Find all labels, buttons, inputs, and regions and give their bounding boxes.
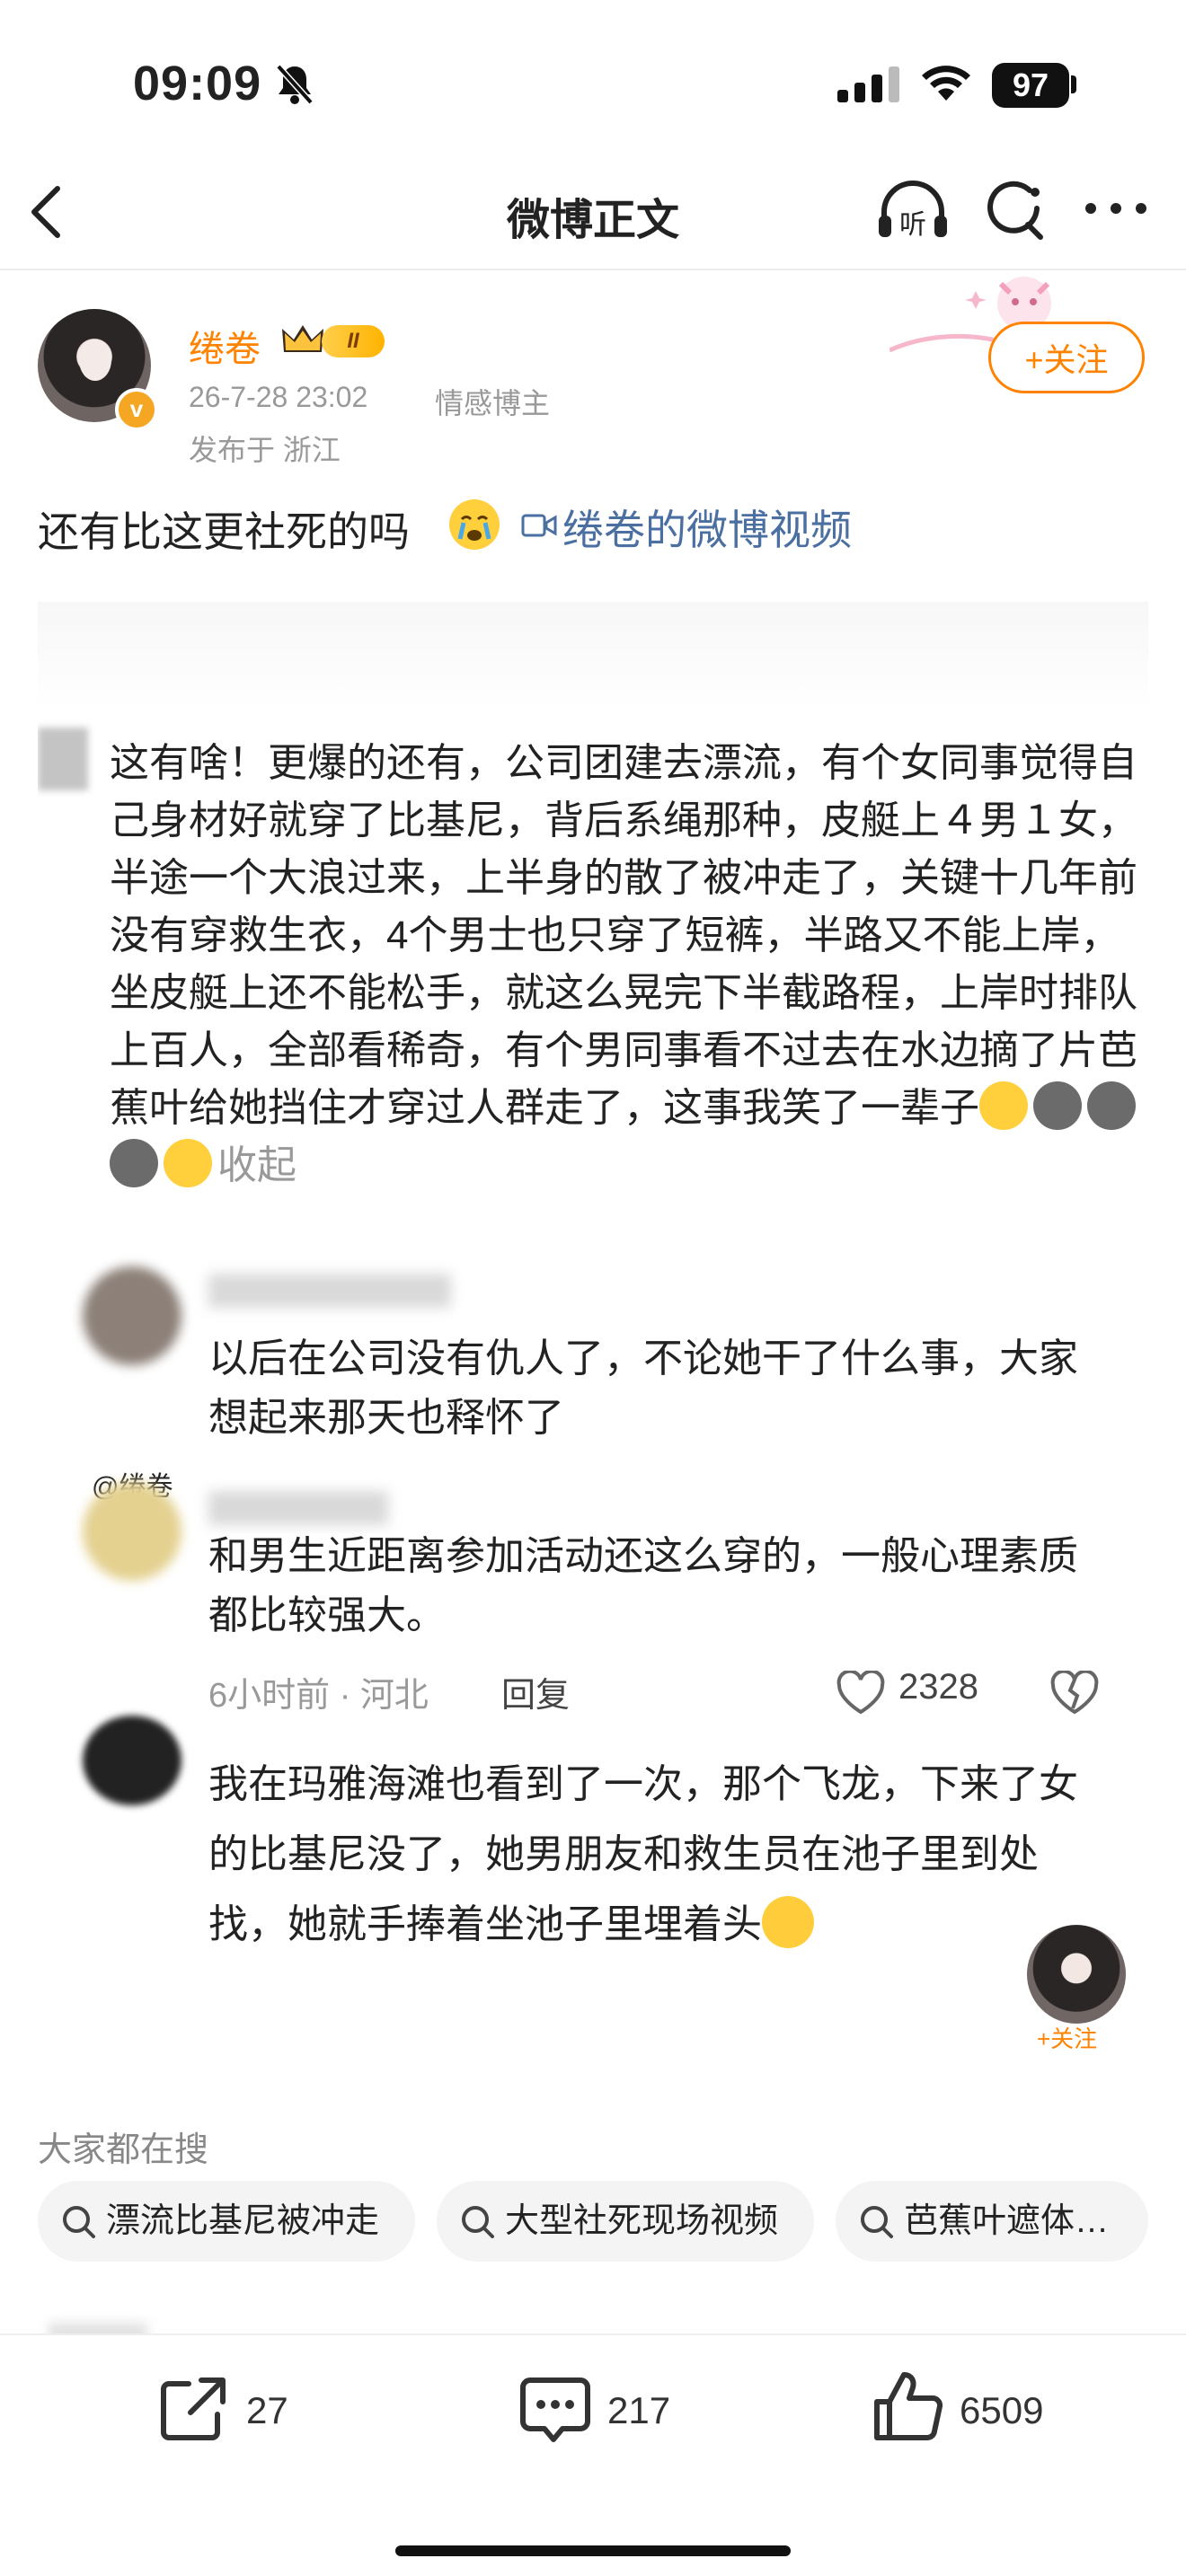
search-chip-label: 芭蕉叶遮体… (904, 2202, 1110, 2240)
sweat-laugh-emoji-icon (979, 1081, 1028, 1130)
bottom-divider (0, 2333, 1186, 2335)
search-icon[interactable] (983, 178, 1048, 247)
follow-button[interactable]: +关注 (988, 322, 1145, 393)
collapse-link: 收起 (217, 1143, 296, 1187)
rofl-emoji-icon (164, 1139, 212, 1187)
bottom-action-bar (0, 2335, 1186, 2576)
comment-icon[interactable] (519, 2375, 591, 2449)
author-name[interactable]: 绻卷 (189, 320, 261, 372)
reply-3-text: 我在玛雅海滩也看到了一次，那个飞龙，下来了女的比基尼没了，她男朋友和救生员在池子… (208, 1762, 1078, 1946)
video-icon (521, 510, 557, 545)
search-icon (861, 2206, 893, 2238)
share-count[interactable]: 27 (246, 2389, 288, 2432)
search-chip[interactable]: 大型社死现场视频 (437, 2181, 814, 2262)
comment-count[interactable]: 217 (607, 2389, 670, 2432)
status-time: 09:09 (133, 57, 262, 110)
image-top-shade (38, 602, 1148, 710)
blurred-avatar (83, 1266, 181, 1365)
search-suggestions-heading: 大家都在搜 (38, 2131, 209, 2169)
image-reply-2: 和男生近距离参加活动还这么穿的，一般心理素质都比较强大。 (208, 1534, 1078, 1637)
search-chip[interactable]: 漂流比基尼被冲走 (38, 2181, 415, 2262)
search-icon (462, 2206, 494, 2238)
video-link[interactable]: 绻卷的微博视频 (562, 498, 852, 557)
wifi-icon (918, 59, 974, 107)
listen-label: 听 (899, 209, 926, 241)
reply-like-count: 2328 (898, 1667, 978, 1707)
floating-avatar (1024, 1922, 1128, 2026)
share-icon[interactable] (158, 2375, 230, 2448)
blurred-avatar (83, 1716, 181, 1805)
post-text: 还有比这更社死的吗 (38, 508, 410, 555)
cellular-signal-icon (837, 66, 902, 107)
like-thumb-icon[interactable] (872, 2369, 945, 2448)
post-location: 发布于 浙江 (189, 434, 341, 466)
reply-time: 6小时前 · 河北 (208, 1677, 429, 1715)
search-chip-label: 大型社死现场视频 (505, 2202, 779, 2240)
more-options-icon[interactable] (1084, 201, 1148, 220)
blurred-username (208, 1274, 451, 1308)
image-main-comment: 这有啥！更爆的还有，公司团建去漂流，有个女同事觉得自己身材好就穿了比基尼，背后系… (110, 735, 1143, 1195)
doge-emoji-icon (1087, 1081, 1136, 1130)
image-reply-3: 我在玛雅海滩也看到了一次，那个飞龙，下来了女的比基尼没了，她男朋友和救生员在池子… (208, 1750, 1107, 1960)
image-reply-1: 以后在公司没有仇人了，不论她干了什么事，大家想起来那天也释怀了 (208, 1337, 1078, 1440)
main-comment-text: 这有啥！更爆的还有，公司团建去漂流，有个女同事觉得自己身材好就穿了比基尼，背后系… (110, 741, 1137, 1130)
broken-heart-icon (1049, 1669, 1100, 1720)
post-time: 26-7-28 23:02 (189, 381, 368, 413)
doge-emoji-icon (1033, 1081, 1082, 1130)
blurred-avatar (38, 728, 88, 790)
post-image[interactable]: 这有啥！更爆的还有，公司团建去漂流，有个女同事觉得自己身材好就穿了比基尼，背后系… (38, 602, 1148, 2075)
battery-indicator: 97 (992, 63, 1069, 108)
blurred-avatar (83, 1482, 181, 1581)
level-badge: II (322, 325, 385, 357)
bell-off-icon (275, 63, 314, 110)
search-chip[interactable]: 芭蕉叶遮体… (836, 2181, 1148, 2262)
doge-emoji-icon (110, 1139, 158, 1187)
listen-headphones-icon[interactable]: 听 (875, 178, 951, 247)
verified-badge: v (115, 388, 158, 431)
reply-label: 回复 (501, 1677, 571, 1715)
search-chip-label: 漂流比基尼被冲走 (106, 2202, 380, 2240)
crown-icon (280, 322, 325, 362)
author-role: 情感博主 (435, 387, 551, 419)
smile-emoji-icon (762, 1896, 814, 1948)
heart-icon (836, 1669, 886, 1720)
like-count[interactable]: 6509 (960, 2389, 1043, 2432)
cry-emoji-icon (449, 499, 500, 550)
blurred-username (208, 1491, 388, 1525)
home-indicator (395, 2545, 791, 2556)
battery-nub (1071, 75, 1076, 93)
floating-follow-label: +关注 (1037, 2025, 1098, 2052)
avatar-face (79, 340, 111, 381)
search-icon (63, 2206, 95, 2238)
